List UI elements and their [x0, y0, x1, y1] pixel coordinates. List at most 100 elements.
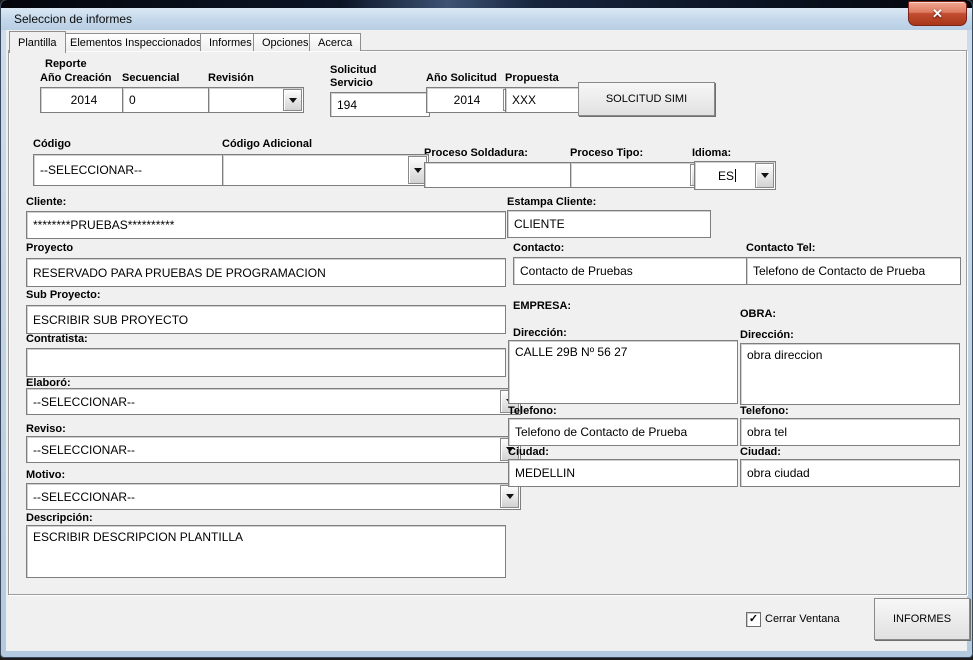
propuesta-input[interactable]: XXX: [505, 87, 581, 113]
contacto-label: Contacto:: [513, 242, 564, 254]
input-value: obra direccion: [747, 348, 822, 362]
obra-telefono-label: Telefono:: [740, 405, 789, 417]
sub-proyecto-label: Sub Proyecto:: [26, 289, 101, 301]
descripcion-label: Descripción:: [26, 512, 93, 524]
motivo-combobox[interactable]: --SELECCIONAR--: [26, 483, 521, 510]
empresa-telefono-input[interactable]: Telefono de Contacto de Prueba: [508, 418, 738, 446]
combo-value: 2014: [454, 93, 481, 107]
close-button[interactable]: ✕: [908, 1, 967, 26]
input-value: ********PRUEBAS**********: [33, 218, 174, 232]
tab-acerca[interactable]: Acerca: [309, 33, 361, 51]
empresa-direccion-label: Dirección:: [513, 327, 567, 339]
contratista-label: Contratista:: [26, 333, 88, 345]
dialog-seleccion-de-informes: Seleccion de informes ✕ Plantilla Elemen…: [0, 0, 973, 660]
tab-informes[interactable]: Informes: [200, 33, 261, 51]
codigo-combobox[interactable]: --SELECCIONAR--: [33, 154, 247, 186]
combo-value: --SELECCIONAR--: [33, 443, 135, 457]
solicitud-servicio-input[interactable]: 194: [330, 92, 430, 117]
estampa-cliente-label: Estampa Cliente:: [507, 196, 596, 208]
ano-solicitud-label: Año Solicitud: [426, 72, 497, 84]
input-value: Telefono de Contacto de Prueba: [515, 425, 687, 439]
title-bar[interactable]: [1, 8, 972, 30]
reviso-combobox[interactable]: --SELECCIONAR--: [26, 436, 521, 463]
obra-header: OBRA:: [740, 308, 776, 320]
chevron-down-icon[interactable]: [755, 163, 774, 188]
obra-ciudad-input[interactable]: obra ciudad: [740, 459, 960, 487]
idioma-label: Idioma:: [692, 147, 731, 159]
text-caret: [735, 169, 736, 182]
idioma-combobox[interactable]: ES: [694, 161, 776, 190]
cliente-label: Cliente:: [26, 196, 66, 208]
informes-button[interactable]: INFORMES: [874, 598, 970, 640]
input-value: MEDELLIN: [515, 466, 575, 480]
contacto-input[interactable]: Contacto de Pruebas: [513, 257, 755, 285]
tab-plantilla[interactable]: Plantilla: [9, 31, 66, 53]
elaboro-combobox[interactable]: --SELECCIONAR--: [26, 388, 521, 415]
input-value: obra tel: [747, 425, 787, 439]
obra-direccion-textarea[interactable]: obra direccion: [740, 343, 960, 405]
cliente-input[interactable]: ********PRUEBAS**********: [26, 211, 506, 239]
contratista-input[interactable]: [26, 348, 506, 377]
tab-opciones[interactable]: Opciones: [253, 33, 317, 51]
check-icon: ✓: [749, 614, 758, 625]
codigo-adicional-label: Código Adicional: [222, 138, 312, 150]
window-title: Seleccion de informes: [14, 12, 132, 26]
empresa-ciudad-input[interactable]: MEDELLIN: [508, 459, 738, 487]
input-value: RESERVADO PARA PRUEBAS DE PROGRAMACION: [33, 266, 326, 280]
input-value: 194: [337, 98, 357, 112]
chevron-down-icon[interactable]: [500, 485, 519, 508]
descripcion-textarea[interactable]: ESCRIBIR DESCRIPCION PLANTILLA: [26, 525, 506, 578]
obra-direccion-label: Dirección:: [740, 329, 794, 341]
combo-value: --SELECCIONAR--: [33, 395, 135, 409]
revision-label: Revisión: [208, 72, 254, 84]
propuesta-label: Propuesta: [505, 72, 559, 84]
window-top-glass: [1, 0, 972, 8]
solicitud-simi-button[interactable]: SOLCITUD SIMI: [578, 82, 715, 116]
proyecto-input[interactable]: RESERVADO PARA PRUEBAS DE PROGRAMACION: [26, 258, 506, 287]
reviso-label: Reviso:: [26, 423, 66, 435]
empresa-direccion-textarea[interactable]: CALLE 29B Nº 56 27: [508, 340, 738, 404]
empresa-header: EMPRESA:: [513, 300, 571, 312]
proceso-tipo-combobox[interactable]: [570, 162, 711, 188]
contacto-tel-label: Contacto Tel:: [746, 242, 815, 254]
revision-combobox[interactable]: [208, 87, 304, 113]
empresa-telefono-label: Telefono:: [508, 405, 557, 417]
input-value: CALLE 29B Nº 56 27: [515, 345, 627, 359]
obra-telefono-input[interactable]: obra tel: [740, 418, 960, 446]
tab-label: Acerca: [318, 37, 352, 49]
combo-value: --SELECCIONAR--: [33, 490, 135, 504]
combo-value: ES: [718, 169, 734, 183]
tab-label: Plantilla: [18, 37, 57, 49]
obra-ciudad-label: Ciudad:: [740, 446, 781, 458]
tab-label: Opciones: [262, 37, 308, 49]
proyecto-label: Proyecto: [26, 242, 73, 254]
input-value: XXX: [512, 93, 536, 107]
proceso-soldadura-combobox[interactable]: [424, 162, 591, 188]
tab-elementos-inspeccionados[interactable]: Elementos Inspeccionados: [61, 33, 210, 51]
ano-creacion-label: Año Creación: [40, 72, 112, 84]
sub-proyecto-input[interactable]: ESCRIBIR SUB PROYECTO: [26, 305, 506, 334]
proceso-soldadura-label: Proceso Soldadura:: [424, 147, 528, 159]
secuencial-label: Secuencial: [122, 72, 179, 84]
combo-value: --SELECCIONAR--: [40, 163, 142, 177]
input-value: CLIENTE: [514, 217, 565, 231]
reporte-group-label: Reporte: [45, 58, 87, 70]
solicitud-servicio-label: Solicitud Servicio: [330, 64, 390, 90]
tab-label: Informes: [209, 37, 252, 49]
cerrar-ventana-label: Cerrar Ventana: [765, 613, 840, 625]
input-value: 0: [129, 93, 136, 107]
secuencial-input[interactable]: 0: [122, 87, 210, 113]
close-icon: ✕: [932, 7, 943, 20]
cerrar-ventana-checkbox[interactable]: ✓: [746, 612, 761, 627]
input-value: Contacto de Pruebas: [520, 264, 633, 278]
tab-label: Elementos Inspeccionados: [70, 37, 201, 49]
chevron-down-icon[interactable]: [283, 89, 302, 111]
input-value: Telefono de Contacto de Prueba: [753, 264, 925, 278]
codigo-adicional-combobox[interactable]: [222, 154, 429, 186]
estampa-cliente-input[interactable]: CLIENTE: [507, 210, 711, 238]
input-value: ESCRIBIR DESCRIPCION PLANTILLA: [33, 530, 243, 544]
contacto-tel-input[interactable]: Telefono de Contacto de Prueba: [746, 257, 961, 285]
empresa-ciudad-label: Ciudad:: [508, 446, 549, 458]
codigo-label: Código: [33, 138, 71, 150]
proceso-tipo-label: Proceso Tipo:: [570, 147, 643, 159]
